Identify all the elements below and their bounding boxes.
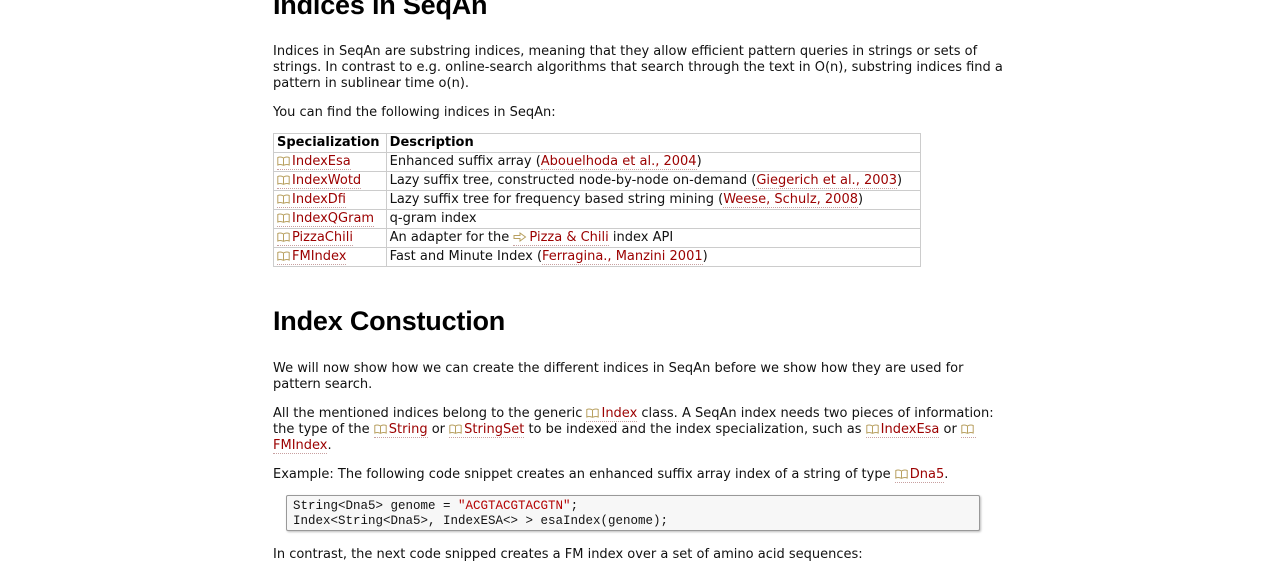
book-icon xyxy=(961,423,974,434)
text-run: or xyxy=(939,422,961,437)
construction-paragraph-4: In contrast, the next code snipped creat… xyxy=(273,547,863,562)
index-specialization-table: Specialization Description IndexEsa Enhan… xyxy=(273,133,922,267)
link-label: Index xyxy=(601,406,638,421)
book-icon xyxy=(865,423,879,434)
code-text: Index<String<Dna5>, IndexESA<> > esaInde… xyxy=(293,514,669,528)
link-indexesa[interactable]: IndexEsa xyxy=(865,422,940,438)
code-string-literal: "ACGTACGTACGTN" xyxy=(458,499,571,513)
section-title-construction: Index Constuction xyxy=(273,306,506,336)
text-run: . xyxy=(327,438,332,453)
link-label: FMIndex xyxy=(292,249,347,264)
description-cell: Lazy suffix tree, constructed node-by-no… xyxy=(385,171,922,191)
external-link-icon xyxy=(513,231,527,242)
book-icon xyxy=(374,423,387,434)
book-icon xyxy=(277,212,290,223)
link-specialization[interactable]: IndexDfi xyxy=(277,192,346,208)
link-label: IndexWotd xyxy=(292,173,362,188)
link-label: PizzaChili xyxy=(292,230,353,245)
specialization-cell: IndexEsa xyxy=(273,152,387,172)
link-label: Abouelhoda et al., 2004 xyxy=(540,154,697,169)
link-label: FMIndex xyxy=(273,438,328,453)
text-run: Example: The following code snippet crea… xyxy=(273,467,895,482)
link-label: IndexEsa xyxy=(880,422,940,437)
link-string[interactable]: String xyxy=(373,422,428,438)
description-text: Enhanced suffix array ( xyxy=(389,154,541,169)
description-cell: Fast and Minute Index (Ferragina., Manzi… xyxy=(385,247,922,267)
text-run: or xyxy=(427,422,450,437)
description-text: Fast and Minute Index ( xyxy=(389,249,543,264)
description-text: index API xyxy=(608,230,674,245)
reference-link[interactable]: Pizza & Chili xyxy=(513,230,609,246)
description-text: ) xyxy=(858,192,864,207)
table-row: IndexDfi Lazy suffix tree for frequency b… xyxy=(273,190,922,210)
link-label: Ferragina., Manzini 2001 xyxy=(542,249,703,264)
reference-link[interactable]: Abouelhoda et al., 2004 xyxy=(540,154,697,170)
reference-link[interactable]: Ferragina., Manzini 2001 xyxy=(542,249,703,265)
table-header-row: Specialization Description xyxy=(273,133,922,153)
link-label: Dna5 xyxy=(909,467,945,482)
description-cell: An adapter for the Pizza & Chili index A… xyxy=(385,228,922,248)
book-icon xyxy=(895,468,908,479)
table-row: IndexWotd Lazy suffix tree, constructed n… xyxy=(273,171,922,191)
table-row: FMIndex Fast and Minute Index (Ferragina.… xyxy=(273,247,922,267)
specialization-cell: FMIndex xyxy=(273,247,387,267)
description-text: ) xyxy=(696,154,702,169)
table-row: PizzaChili An adapter for the Pizza & Chi… xyxy=(273,228,922,248)
text-run: to be indexed and the index specializati… xyxy=(524,422,866,437)
section-title-indices: Indices in SeqAn xyxy=(273,0,488,20)
book-icon xyxy=(277,231,290,242)
table-row: IndexQGram q-gram index xyxy=(273,209,922,229)
text-run: . xyxy=(944,467,949,482)
specialization-cell: IndexWotd xyxy=(273,171,387,191)
construction-paragraph-2: All the mentioned indices belong to the … xyxy=(273,406,1013,454)
book-icon xyxy=(449,423,462,434)
code-text: ; xyxy=(570,499,579,513)
text-run: All the mentioned indices belong to the … xyxy=(273,406,587,421)
lead-paragraph: You can find the following indices in Se… xyxy=(273,105,556,120)
link-stringset[interactable]: StringSet xyxy=(449,422,525,438)
link-index[interactable]: Index xyxy=(586,406,638,422)
specialization-cell: IndexQGram xyxy=(273,209,387,229)
specialization-cell: IndexDfi xyxy=(273,190,387,210)
intro-paragraph: Indices in SeqAn are substring indices, … xyxy=(273,44,1003,91)
link-label: Giegerich et al., 2003 xyxy=(756,173,898,188)
link-label: IndexDfi xyxy=(292,192,346,207)
description-cell: Lazy suffix tree for frequency based str… xyxy=(385,190,922,210)
book-icon xyxy=(277,155,290,166)
link-label: IndexEsa xyxy=(292,154,351,169)
link-label: Pizza & Chili xyxy=(529,230,609,245)
link-specialization[interactable]: IndexQGram xyxy=(277,211,375,227)
column-header-description: Description xyxy=(385,133,922,153)
link-specialization[interactable]: IndexWotd xyxy=(277,173,362,189)
construction-paragraph-1: We will now show how we can create the d… xyxy=(273,361,964,392)
column-header-specialization: Specialization xyxy=(273,133,387,153)
link-specialization[interactable]: FMIndex xyxy=(277,249,347,265)
book-icon xyxy=(277,250,290,261)
link-label: Weese, Schulz, 2008 xyxy=(723,192,858,207)
link-dna5[interactable]: Dna5 xyxy=(894,467,945,483)
code-snippet[interactable]: String<Dna5> genome = "ACGTACGTACGTN"; I… xyxy=(286,495,980,531)
link-specialization[interactable]: PizzaChili xyxy=(277,230,353,246)
book-icon xyxy=(586,407,600,418)
reference-link[interactable]: Weese, Schulz, 2008 xyxy=(723,192,858,208)
link-label: String xyxy=(388,422,428,437)
reference-link[interactable]: Giegerich et al., 2003 xyxy=(756,173,898,189)
description-text: An adapter for the xyxy=(389,230,514,245)
book-icon xyxy=(277,193,290,204)
link-label: IndexQGram xyxy=(292,211,375,226)
specialization-cell: PizzaChili xyxy=(273,228,387,248)
link-specialization[interactable]: IndexEsa xyxy=(277,154,351,170)
description-cell: q-gram index xyxy=(385,209,922,229)
construction-paragraph-3: Example: The following code snippet crea… xyxy=(273,467,1013,483)
description-text: ) xyxy=(702,249,708,264)
book-icon xyxy=(277,174,290,185)
description-text: Lazy suffix tree, constructed node-by-no… xyxy=(389,173,757,188)
link-label: StringSet xyxy=(464,422,525,437)
description-cell: Enhanced suffix array (Abouelhoda et al.… xyxy=(385,152,922,172)
description-text: ) xyxy=(897,173,903,188)
description-text: q-gram index xyxy=(389,211,477,226)
code-text: String<Dna5> genome = xyxy=(293,499,459,513)
table-row: IndexEsa Enhanced suffix array (Abouelhod… xyxy=(273,152,922,172)
description-text: Lazy suffix tree for frequency based str… xyxy=(389,192,724,207)
